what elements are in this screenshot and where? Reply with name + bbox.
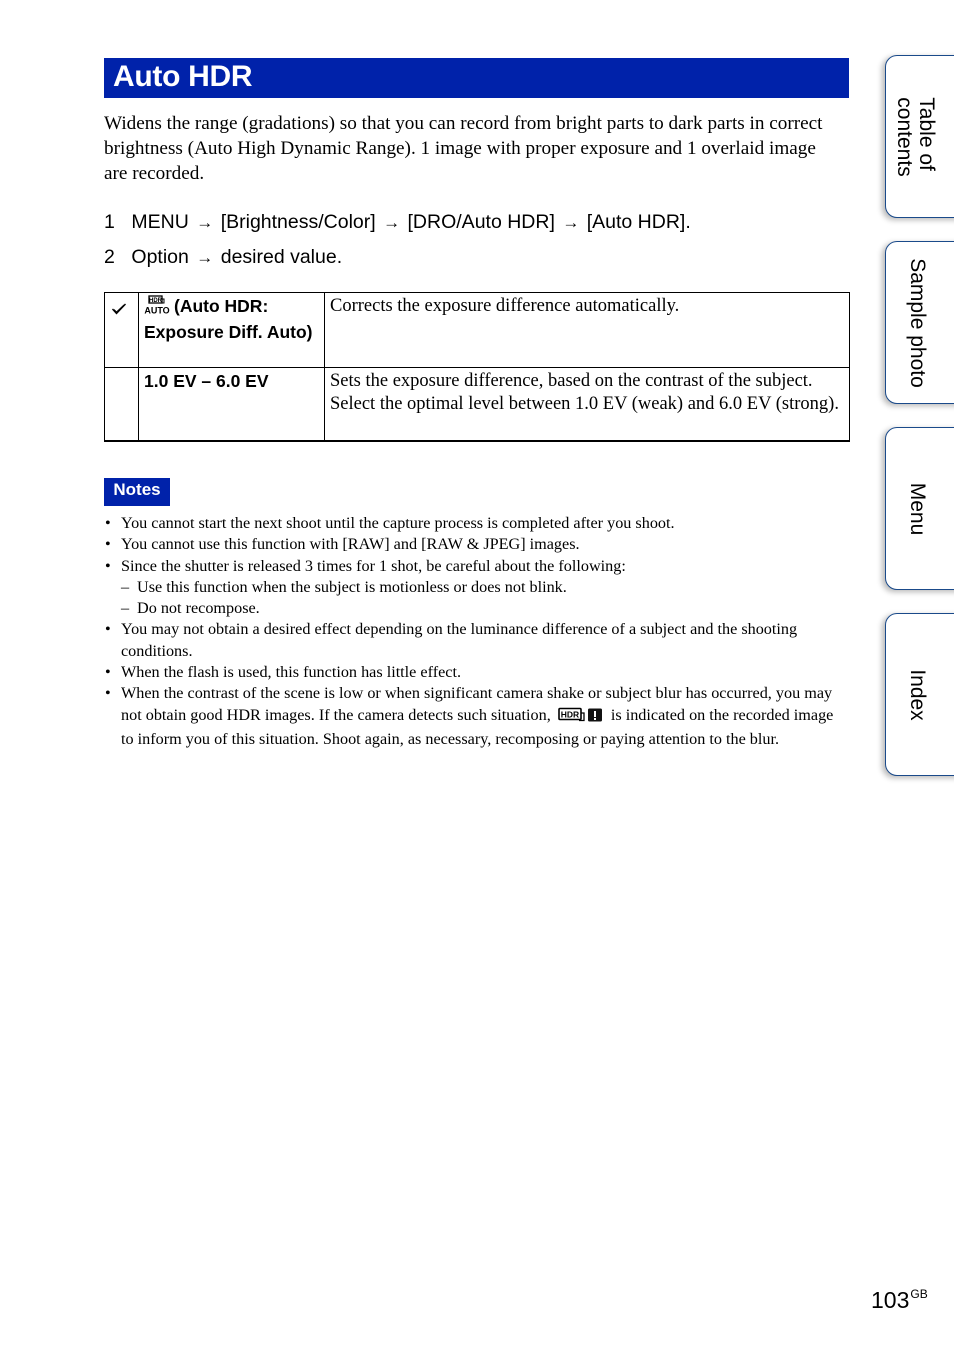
svg-text:AUTO: AUTO: [144, 306, 169, 316]
default-marker-cell: [104, 367, 139, 442]
title-bar: Auto HDR: [104, 58, 849, 98]
page-number-suffix: GB: [910, 1287, 928, 1301]
step-part: Option: [131, 246, 189, 268]
note-item: • Since the shutter is released 3 times …: [104, 556, 849, 577]
step-part: [Brightness/Color]: [220, 211, 376, 233]
note-text: Do not recompose.: [137, 599, 260, 618]
note-text: You cannot use this function with [RAW] …: [121, 535, 580, 554]
step-part: MENU: [131, 211, 189, 233]
notes-list: • You cannot start the next shoot until …: [104, 513, 849, 750]
table-row: 1.0 EV – 6.0 EV Sets the exposure differ…: [104, 367, 850, 442]
note-item: • When the flash is used, this function …: [104, 662, 849, 683]
intro-paragraph: Widens the range (gradations) so that yo…: [104, 113, 823, 184]
note-item: • When the contrast of the scene is low …: [104, 683, 849, 750]
note-text: You cannot start the next shoot until th…: [121, 514, 675, 532]
notes-badge: Notes: [104, 478, 170, 506]
option-name-cell: HDR AUTO (Auto HDR: Exposure Diff. Auto): [138, 292, 325, 368]
note-item: • You cannot use this function with [RAW…: [104, 534, 849, 555]
page-number: 103GB: [871, 1280, 928, 1314]
tab-label: Table of contents: [893, 96, 938, 177]
bullet: •: [105, 535, 111, 554]
arrow-right-icon: →: [383, 213, 401, 232]
step-number: 2: [104, 246, 115, 268]
steps: 1 MENU → [Brightness/Color] → [DRO/Auto …: [104, 205, 844, 275]
tab-index[interactable]: Index: [885, 613, 954, 776]
option-description: Corrects the exposure difference automat…: [324, 292, 850, 368]
dash: –: [121, 599, 130, 618]
step-part: [DRO/Auto HDR]: [407, 211, 555, 233]
note-sub-item: – Do not recompose.: [104, 598, 849, 619]
option-description: Sets the exposure difference, based on t…: [324, 367, 850, 442]
note-text: When the flash is used, this function ha…: [121, 663, 462, 682]
arrow-right-icon: →: [196, 213, 214, 232]
step-number: 1: [104, 211, 115, 233]
default-marker-cell: [104, 292, 139, 368]
step-part: [Auto HDR].: [586, 211, 691, 233]
bullet: •: [105, 663, 111, 682]
tab-label: Menu: [906, 482, 929, 535]
option-name: 1.0 EV – 6.0 EV: [138, 367, 325, 442]
tab-menu[interactable]: Menu: [885, 427, 954, 590]
page-number-value: 103: [871, 1287, 910, 1313]
tab-label: Index: [906, 668, 929, 721]
note-sub-item: – Use this function when the subject is …: [104, 577, 849, 598]
note-text: Since the shutter is released 3 times fo…: [121, 556, 626, 575]
options-table: HDR AUTO (Auto HDR: Exposure Diff. Auto)…: [104, 292, 850, 442]
bullet: •: [105, 556, 111, 575]
note-text: You may not obtain a desired effect depe…: [121, 620, 798, 660]
tab-table-of-contents[interactable]: Table of contents: [885, 55, 954, 218]
bullet: •: [105, 514, 111, 532]
bullet: •: [105, 684, 111, 703]
tab-label: Sample photo: [906, 257, 929, 388]
hdr-warning-icon: HDR: [558, 707, 604, 729]
dash: –: [121, 577, 130, 596]
step-1: 1 MENU → [Brightness/Color] → [DRO/Auto …: [104, 205, 844, 240]
svg-text:HDR: HDR: [561, 709, 579, 719]
tab-sample-photo[interactable]: Sample photo: [885, 241, 954, 404]
arrow-right-icon: →: [196, 248, 214, 267]
note-item: • You cannot start the next shoot until …: [104, 513, 849, 534]
table-row: HDR AUTO (Auto HDR: Exposure Diff. Auto)…: [104, 292, 850, 368]
bullet: •: [105, 620, 111, 639]
note-item: • You may not obtain a desired effect de…: [104, 619, 849, 662]
step-part: desired value.: [220, 246, 343, 268]
hdr-auto-icon: HDR AUTO: [144, 295, 170, 321]
svg-text:HDR: HDR: [149, 298, 163, 304]
default-check-icon: [111, 301, 127, 321]
arrow-right-icon: →: [562, 213, 580, 232]
page-title: Auto HDR: [113, 60, 253, 93]
step-2: 2 Option → desired value.: [104, 240, 844, 275]
note-text: Use this function when the subject is mo…: [137, 577, 567, 596]
